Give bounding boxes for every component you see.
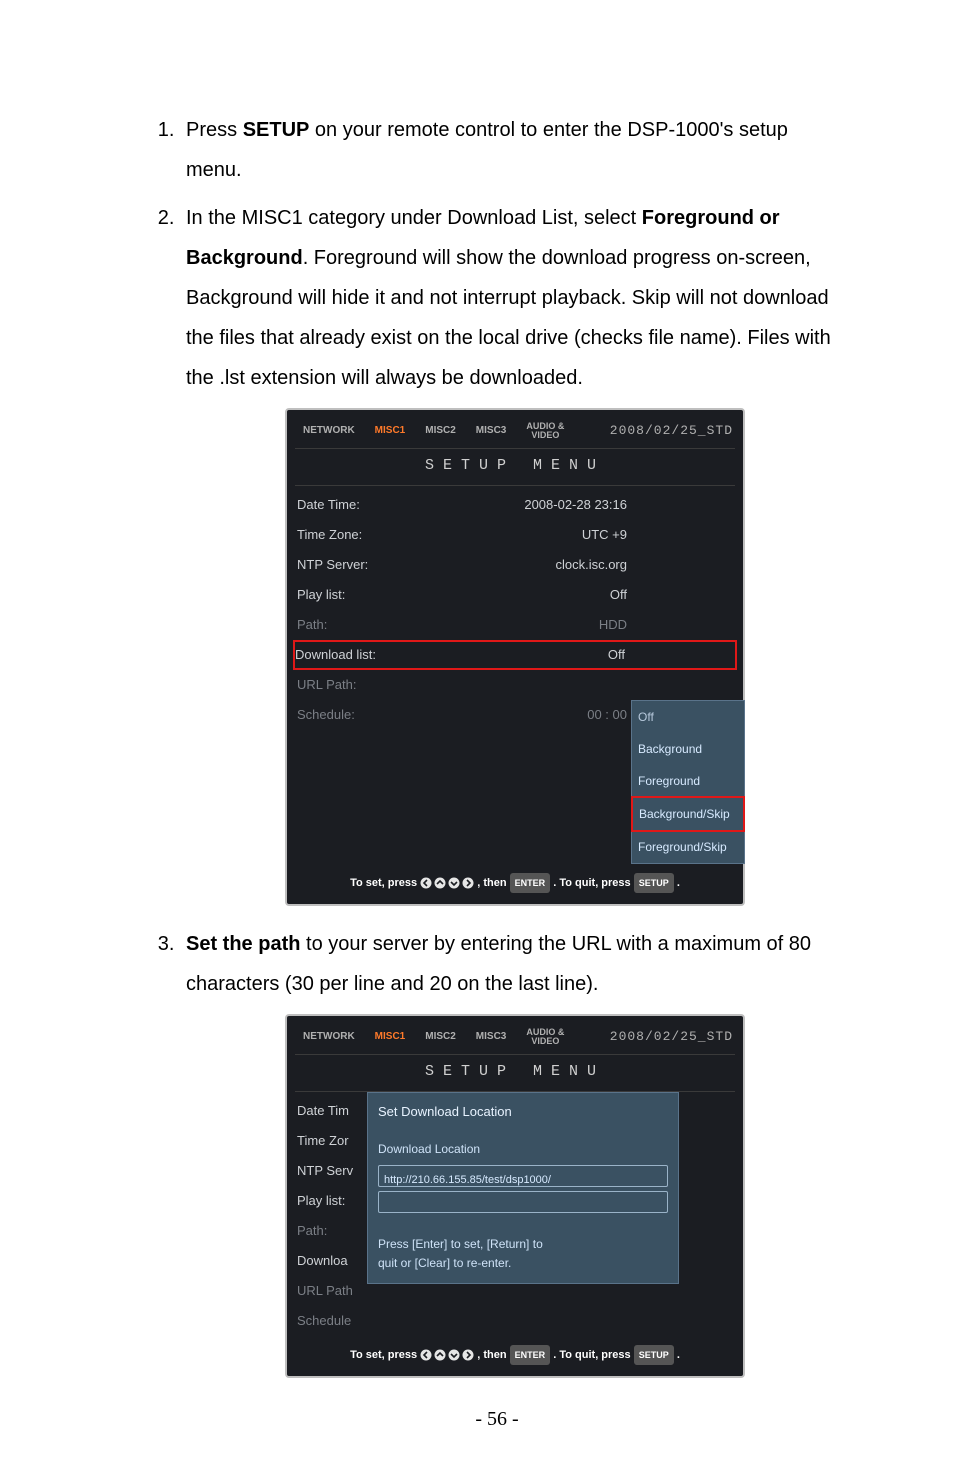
tabstrip: NETWORK MISC1 MISC2 MISC3 AUDIO & VIDEO … [295, 1024, 735, 1055]
screenshot-misc1-download: NETWORK MISC1 MISC2 MISC3 AUDIO & VIDEO … [285, 408, 745, 906]
text: In the MISC1 category under Download Lis… [186, 207, 642, 229]
url-input-line-2[interactable] [378, 1191, 668, 1213]
row-time-zone[interactable]: Time Zone: UTC +9 [295, 520, 735, 550]
dialog-instructions: Press [Enter] to set, [Return] to quit o… [378, 1217, 668, 1273]
dialog-subtitle: Download Location [378, 1129, 668, 1165]
option-off[interactable]: Off [632, 701, 744, 733]
instruction-list: Press SETUP on your remote control to en… [150, 110, 844, 1378]
label: Path: [297, 612, 447, 638]
text: Press [Enter] to set, [Return] to [378, 1235, 668, 1254]
url-input-line-1[interactable]: http://210.66.155.85/test/dsp1000/ [378, 1165, 668, 1187]
row-path: Path: HDD [295, 610, 735, 640]
tab-network[interactable]: NETWORK [297, 419, 361, 443]
row-ntp-server[interactable]: NTP Server: clock.isc.org [295, 550, 735, 580]
text-bold: Set the path [186, 933, 300, 955]
step-2: In the MISC1 category under Download Lis… [180, 198, 844, 906]
enter-badge: ENTER [510, 873, 551, 893]
label: Time Zone: [297, 522, 447, 548]
text: . To quit, press [553, 1349, 633, 1361]
tab-misc1[interactable]: MISC1 [369, 1025, 412, 1049]
settings-rows: Date Time: 2008-02-28 23:16 Time Zone: U… [295, 486, 735, 730]
value: clock.isc.org [447, 552, 633, 578]
value: UTC +9 [447, 522, 633, 548]
page-number: - 56 - [150, 1408, 844, 1431]
text: VIDEO [526, 431, 564, 440]
tab-audio-video[interactable]: AUDIO & VIDEO [520, 420, 570, 442]
download-location-dialog: Set Download Location Download Location … [367, 1092, 679, 1284]
text: Press [186, 119, 243, 141]
setup-menu-title: SETUP MENU [295, 449, 735, 486]
arrow-up-icon [434, 877, 446, 889]
arrow-down-icon [448, 1349, 460, 1361]
text: VIDEO [526, 1037, 564, 1046]
value: Off [445, 642, 631, 668]
row-play-list[interactable]: Play list: Off [295, 580, 735, 610]
label: Play list: [297, 582, 447, 608]
option-foreground-skip[interactable]: Foreground/Skip [632, 831, 744, 863]
dialog-title: Set Download Location [378, 1099, 668, 1129]
value: Off [447, 582, 633, 608]
text: , then [477, 1349, 509, 1361]
setup-badge: SETUP [634, 873, 674, 893]
row-url-path: URL Path: [295, 670, 735, 700]
step-1: Press SETUP on your remote control to en… [180, 110, 844, 190]
text: To set, press [350, 1349, 420, 1361]
tab-misc2[interactable]: MISC2 [419, 1025, 462, 1049]
text: , then [477, 877, 509, 889]
text: To set, press [350, 877, 420, 889]
screenshot-url-path-dialog: NETWORK MISC1 MISC2 MISC3 AUDIO & VIDEO … [285, 1014, 745, 1378]
value: HDD [447, 612, 633, 638]
text-bold: SETUP [243, 119, 310, 141]
option-background[interactable]: Background [632, 733, 744, 765]
tab-audio-video[interactable]: AUDIO & VIDEO [520, 1026, 570, 1048]
option-foreground[interactable]: Foreground [632, 765, 744, 797]
arrow-icons [420, 877, 474, 889]
value: 00 : 00 [447, 702, 633, 728]
text: quit or [Clear] to re-enter. [378, 1254, 668, 1273]
label: Date Time: [297, 492, 447, 518]
footer-hint: To set, press , then ENTER . To quit, pr… [295, 864, 735, 894]
enter-badge: ENTER [510, 1345, 551, 1365]
arrow-right-icon [462, 1349, 474, 1361]
text: . To quit, press [553, 877, 633, 889]
footer-hint: To set, press , then ENTER . To quit, pr… [295, 1336, 735, 1366]
row-download-list[interactable]: Download list: Off [293, 640, 737, 670]
step-1-body: Press SETUP on your remote control to en… [186, 110, 844, 190]
arrow-left-icon [420, 877, 432, 889]
row-schedule: Schedule [295, 1306, 735, 1336]
label: URL Path: [297, 672, 447, 698]
arrow-icons [420, 1349, 474, 1361]
label: Schedule [297, 1308, 447, 1334]
arrow-left-icon [420, 1349, 432, 1361]
tab-misc3[interactable]: MISC3 [470, 1025, 513, 1049]
label: NTP Server: [297, 552, 447, 578]
step-3: Set the path to your server by entering … [180, 924, 844, 1378]
text: . [677, 877, 680, 889]
step-2-body: In the MISC1 category under Download Lis… [186, 198, 844, 398]
row-date-time[interactable]: Date Time: 2008-02-28 23:16 [295, 490, 735, 520]
setup-badge: SETUP [634, 1345, 674, 1365]
tab-misc3[interactable]: MISC3 [470, 419, 513, 443]
tabstrip: NETWORK MISC1 MISC2 MISC3 AUDIO & VIDEO … [295, 418, 735, 449]
label: Schedule: [297, 702, 447, 728]
text: . [677, 1349, 680, 1361]
label: Download list: [295, 642, 445, 668]
arrow-up-icon [434, 1349, 446, 1361]
header-datestamp: 2008/02/25_STD [610, 418, 733, 444]
tab-misc2[interactable]: MISC2 [419, 419, 462, 443]
arrow-down-icon [448, 877, 460, 889]
tab-misc1[interactable]: MISC1 [369, 419, 412, 443]
option-background-skip[interactable]: Background/Skip [631, 796, 745, 832]
value: 2008-02-28 23:16 [447, 492, 633, 518]
step-3-body: Set the path to your server by entering … [186, 924, 844, 1004]
tab-network[interactable]: NETWORK [297, 1025, 361, 1049]
download-list-dropdown[interactable]: Off Background Foreground Background/Ski… [631, 700, 745, 864]
arrow-right-icon [462, 877, 474, 889]
setup-menu-title: SETUP MENU [295, 1055, 735, 1092]
header-datestamp: 2008/02/25_STD [610, 1024, 733, 1050]
